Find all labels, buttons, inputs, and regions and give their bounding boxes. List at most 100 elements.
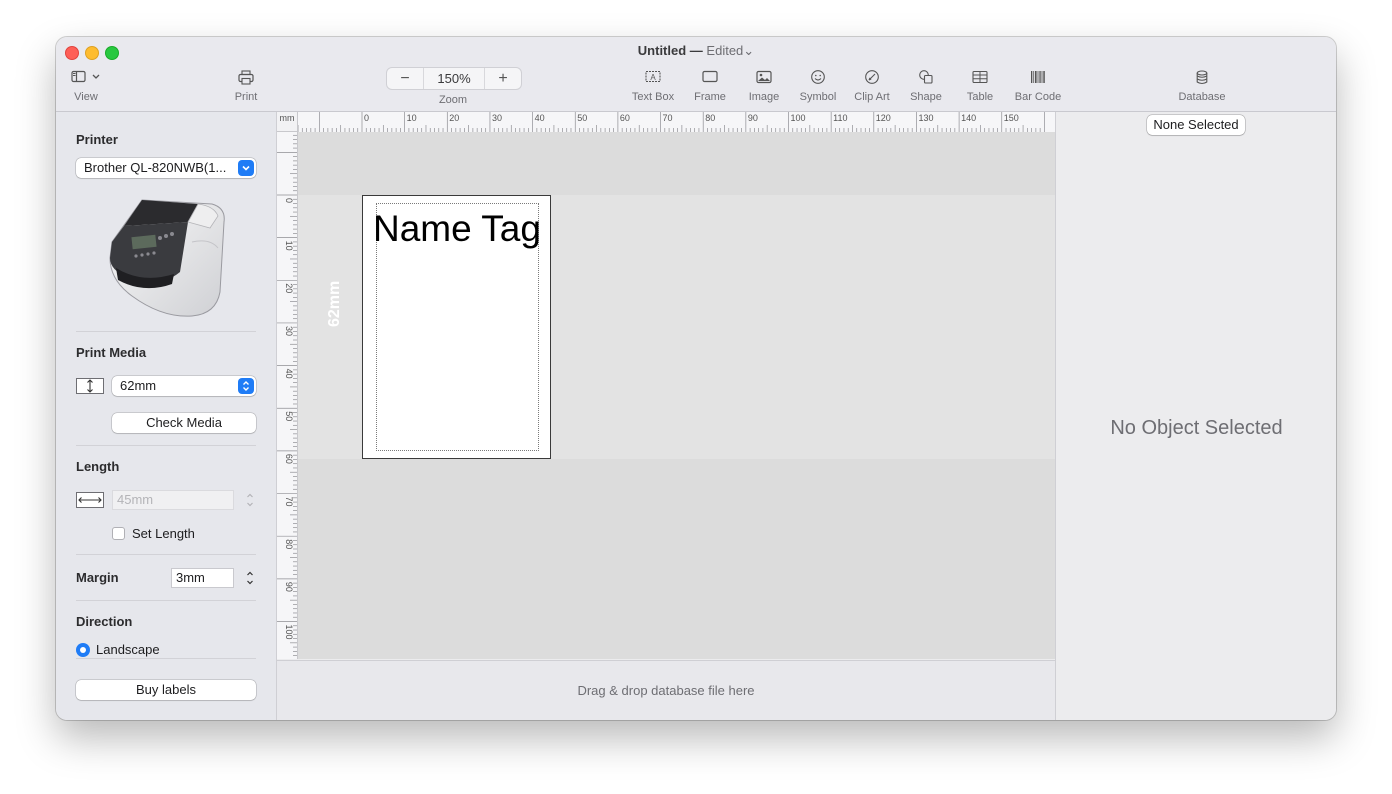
- printer-select-value: Brother QL-820NWB(1...: [84, 160, 227, 175]
- text-box-label: Text Box: [631, 91, 675, 103]
- symbol-button[interactable]: Symbol: [794, 67, 842, 103]
- clip-art-label: Clip Art: [854, 91, 890, 103]
- ruler-tick-label: 20: [284, 283, 294, 293]
- clip-art-icon: [848, 67, 896, 87]
- frame-label: Frame: [694, 91, 726, 103]
- table-button[interactable]: Table: [958, 67, 1002, 103]
- text-box-button[interactable]: A Text Box: [626, 67, 680, 103]
- radio-dot: [80, 647, 86, 653]
- ruler-tick-label: 50: [577, 113, 587, 123]
- media-select[interactable]: 62mm: [112, 376, 256, 396]
- length-stepper[interactable]: [244, 489, 256, 511]
- divider: [76, 600, 256, 601]
- label-paper[interactable]: Name Tag: [362, 195, 551, 459]
- document-name: Untitled: [637, 43, 687, 58]
- app-window: Untitled — Edited⌄ View Print − 150% + Z…: [56, 37, 1336, 720]
- sidebar-toggle-icon: [68, 67, 104, 87]
- clip-art-button[interactable]: Clip Art: [848, 67, 896, 103]
- divider: [76, 658, 256, 659]
- ruler-tick-label: 90: [284, 582, 294, 592]
- media-select-value: 62mm: [120, 378, 157, 393]
- barcode-icon: [1012, 67, 1064, 87]
- view-button[interactable]: View: [68, 67, 104, 103]
- database-label: Database: [1178, 91, 1226, 103]
- vertical-ruler[interactable]: 0 10 20 30 40 50 60 70 80 90 100: [277, 132, 298, 659]
- ruler-tick-label: 80: [284, 539, 294, 549]
- zoom-in-button[interactable]: +: [485, 68, 521, 89]
- ruler-tick-label: 40: [535, 113, 545, 123]
- label-workspace[interactable]: 62mm Name Tag: [298, 132, 1055, 659]
- zoom-value[interactable]: 150%: [423, 68, 485, 89]
- label-height-indicator: 62mm: [326, 280, 343, 327]
- ruler-tick-label: 70: [663, 113, 673, 123]
- check-media-button[interactable]: Check Media: [112, 413, 256, 433]
- margin-stepper[interactable]: [244, 567, 256, 589]
- margin-field[interactable]: 3mm: [171, 568, 234, 588]
- ruler-tick-label: 10: [407, 113, 417, 123]
- ruler-tick-label: 30: [284, 326, 294, 336]
- divider: [76, 331, 256, 332]
- shape-label: Shape: [910, 91, 942, 103]
- table-label: Table: [966, 91, 994, 103]
- ruler-tick-label: 90: [748, 113, 758, 123]
- view-label: View: [74, 91, 98, 103]
- inspector-panel: None Selected No Object Selected: [1055, 112, 1336, 720]
- image-icon: [742, 67, 786, 87]
- ruler-tick-label: 70: [284, 497, 294, 507]
- print-button[interactable]: Print: [228, 67, 264, 103]
- label-text-object[interactable]: Name Tag: [373, 208, 541, 250]
- text-box-icon: A: [626, 67, 680, 87]
- toolbar: Untitled — Edited⌄ View Print − 150% + Z…: [56, 37, 1336, 112]
- direction-section-title: Direction: [76, 614, 133, 629]
- object-selector-button[interactable]: None Selected: [1147, 115, 1245, 135]
- landscape-radio[interactable]: [76, 643, 90, 657]
- ruler-tick-label: 80: [705, 113, 715, 123]
- set-length-label: Set Length: [132, 526, 195, 541]
- barcode-button[interactable]: Bar Code: [1012, 67, 1064, 103]
- print-label: Print: [234, 91, 258, 103]
- database-icon: [1172, 67, 1232, 87]
- canvas-area: mm 0 10 20 30 40 50 60 70 80 90 100 110 120 130 140 150…: [277, 112, 1055, 720]
- ruler-tick-label: 60: [620, 113, 630, 123]
- landscape-label: Landscape: [96, 642, 160, 657]
- shape-icon: [904, 67, 948, 87]
- database-drop-zone[interactable]: Drag & drop database file here: [277, 660, 1055, 720]
- ruler-tick-label: 130: [918, 113, 933, 123]
- vertical-ruler-ticks: 0 10 20 30 40 50 60 70 80 90 100: [277, 134, 297, 656]
- zoom-out-button[interactable]: −: [387, 68, 423, 89]
- ruler-tick-label: 30: [492, 113, 502, 123]
- horizontal-ruler-ticks: 0 10 20 30 40 50 60 70 80 90 100 110 120 130 140 150: [297, 112, 1045, 132]
- buy-labels-button[interactable]: Buy labels: [76, 680, 256, 700]
- updown-chevron-icon: [238, 378, 254, 394]
- set-length-checkbox[interactable]: [112, 527, 125, 540]
- table-icon: [958, 67, 1002, 87]
- printer-image: [102, 192, 232, 320]
- barcode-label: Bar Code: [1014, 91, 1062, 103]
- length-field[interactable]: 45mm: [112, 490, 234, 510]
- ruler-tick-label: 100: [284, 625, 294, 640]
- frame-button[interactable]: Frame: [688, 67, 732, 103]
- zoom-label: Zoom: [438, 94, 468, 106]
- shape-button[interactable]: Shape: [904, 67, 948, 103]
- symbol-icon: [794, 67, 842, 87]
- printer-select[interactable]: Brother QL-820NWB(1...: [76, 158, 256, 178]
- print-media-section-title: Print Media: [76, 345, 147, 360]
- document-status[interactable]: Edited: [706, 43, 743, 58]
- chevron-down-icon: [238, 160, 254, 176]
- divider: [76, 445, 256, 446]
- frame-icon: [688, 67, 732, 87]
- image-button[interactable]: Image: [742, 67, 786, 103]
- ruler-tick-label: 60: [284, 454, 294, 464]
- svg-text:A: A: [650, 73, 656, 82]
- ruler-unit: mm: [277, 112, 298, 132]
- database-button[interactable]: Database: [1172, 67, 1232, 103]
- length-section-title: Length: [76, 459, 120, 474]
- ruler-tick-label: 110: [833, 113, 847, 123]
- zoom-control: − 150% +: [386, 67, 522, 90]
- horizontal-ruler[interactable]: 0 10 20 30 40 50 60 70 80 90 100 110 120 130 140 150: [297, 112, 1055, 133]
- ruler-tick-label: 20: [449, 113, 459, 123]
- ruler-tick-label: 120: [876, 113, 891, 123]
- window-title: Untitled — Edited⌄: [56, 43, 1336, 59]
- ruler-tick-label: 140: [961, 113, 976, 123]
- chevron-down-icon[interactable]: ⌄: [743, 43, 754, 58]
